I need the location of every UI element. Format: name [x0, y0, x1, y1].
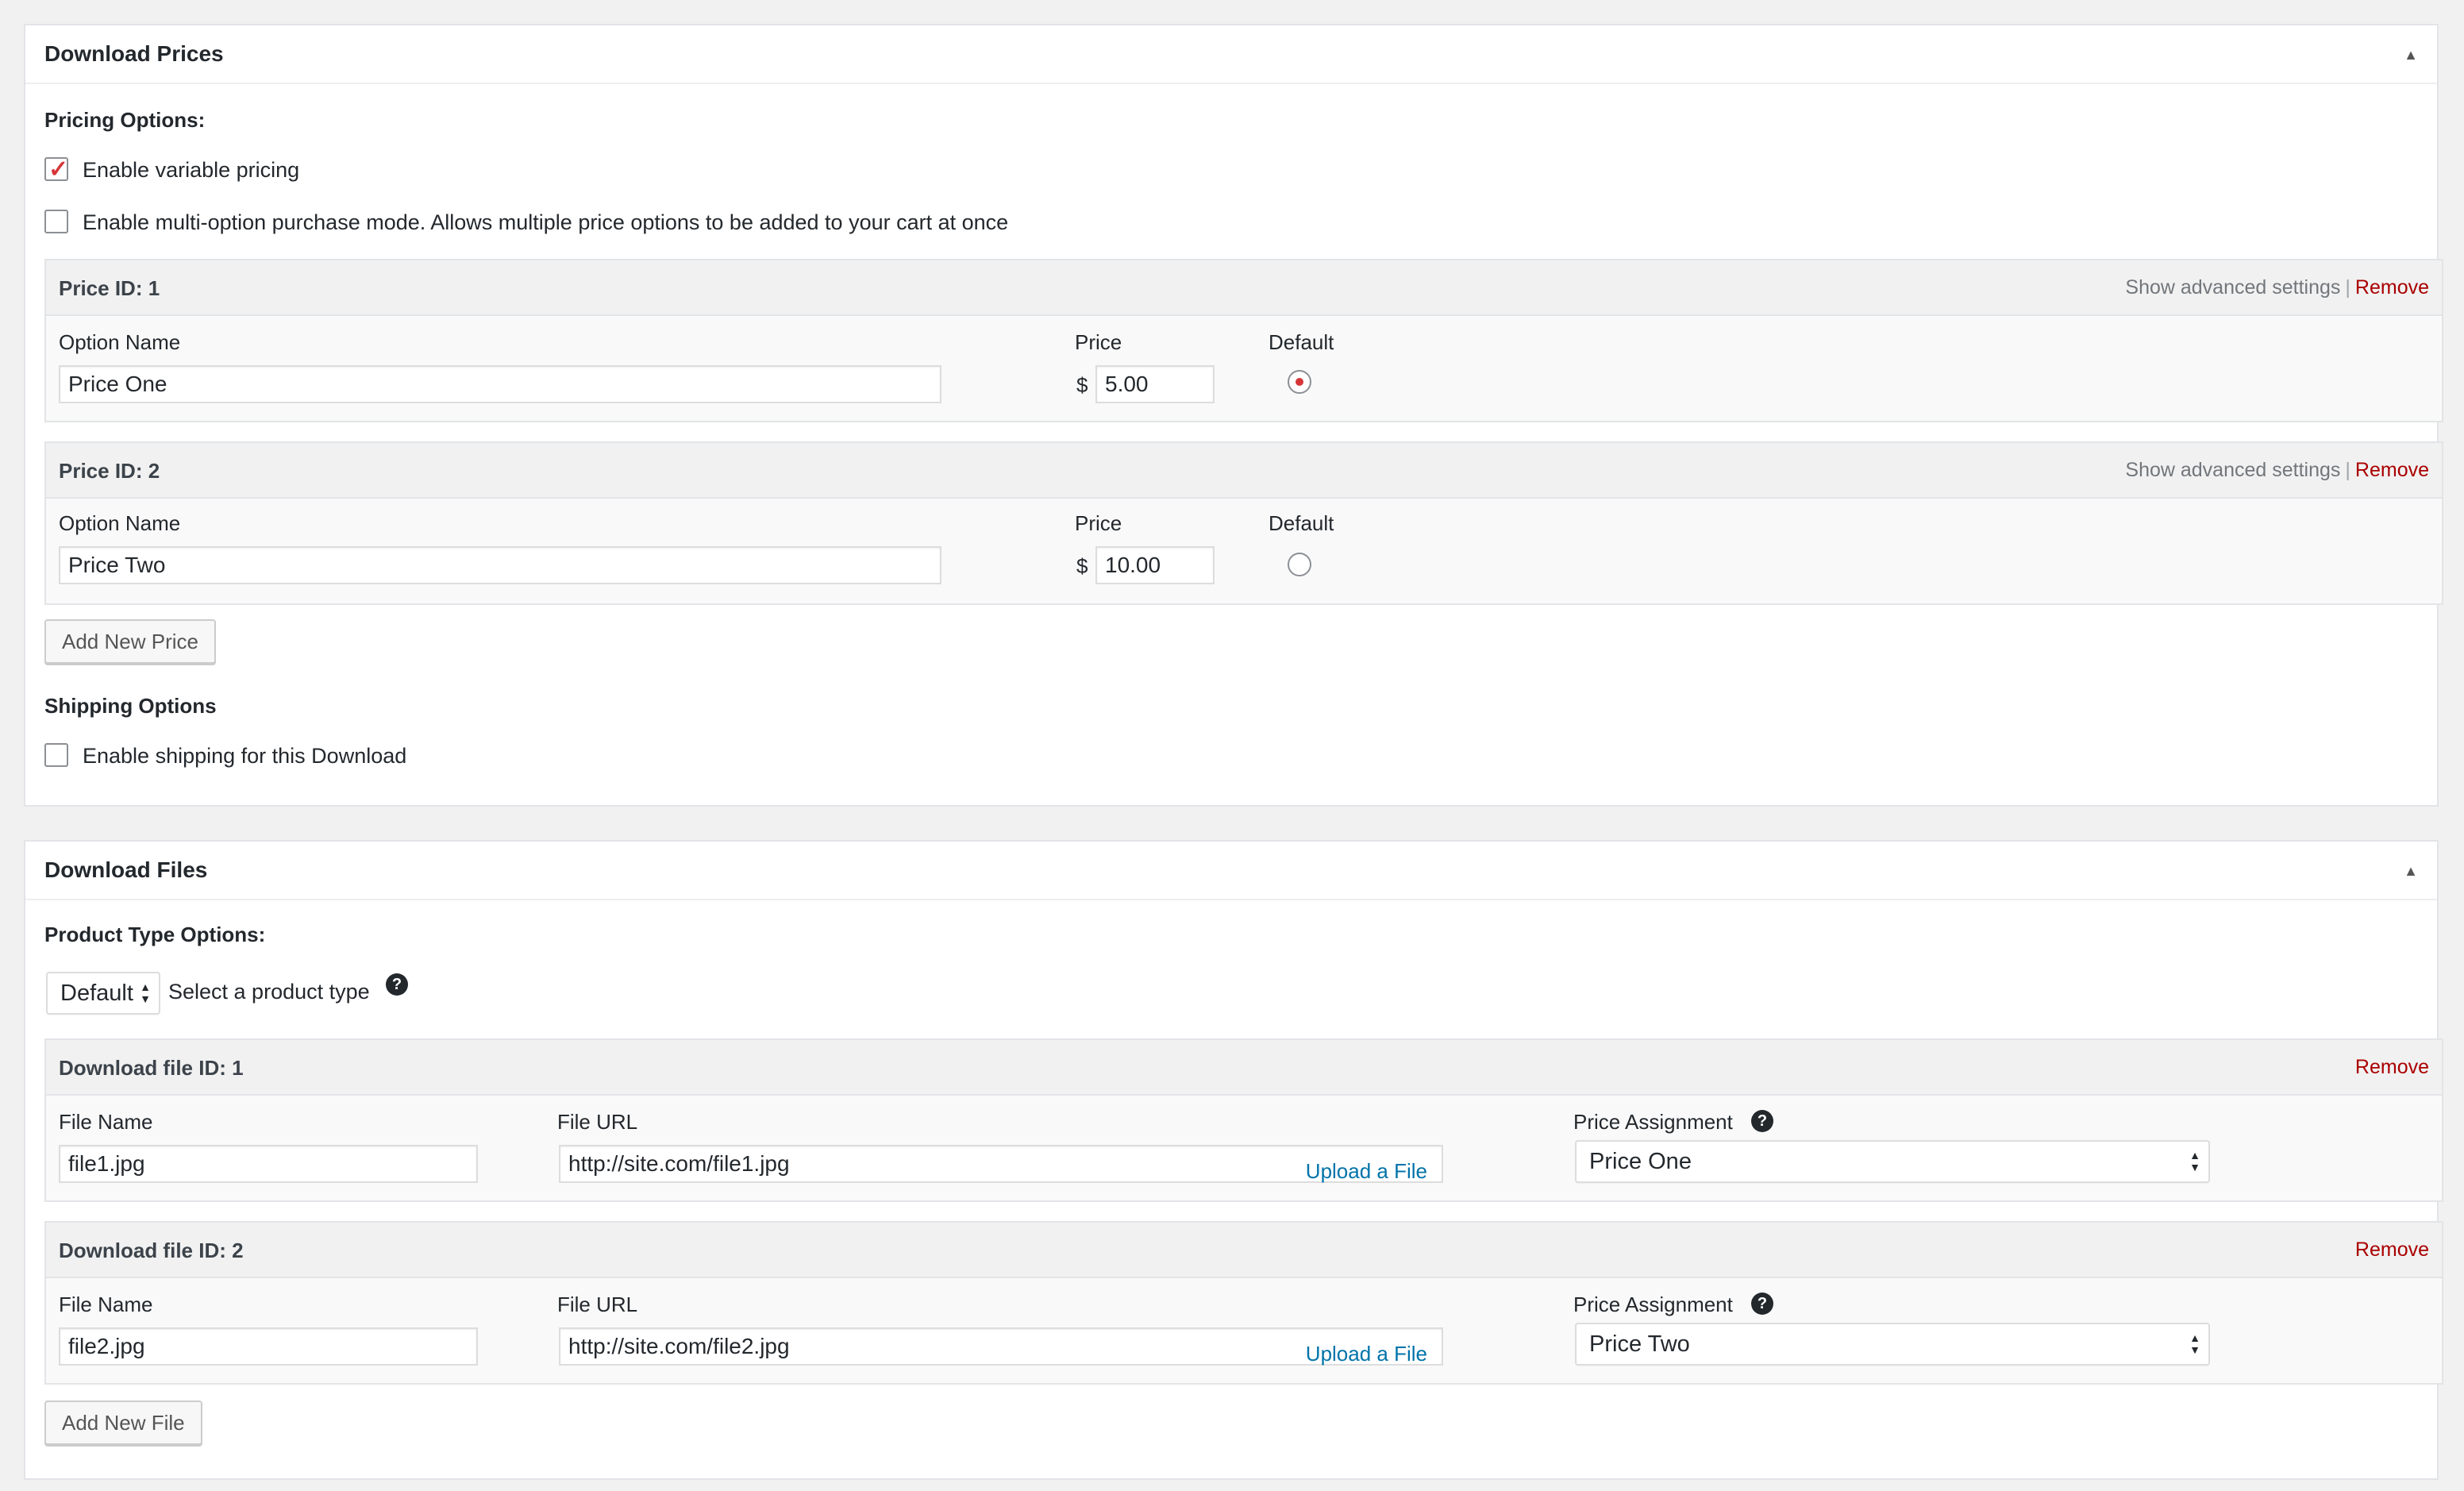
- file-url-value: http://site.com/file1.jpg: [568, 1151, 790, 1176]
- file-url-input[interactable]: http://site.com/file1.jpg Upload a File: [559, 1145, 1443, 1183]
- file-id-title: Download file ID: 1: [59, 1056, 244, 1080]
- action-separator: |: [2345, 459, 2350, 481]
- checkmark-icon: ✓: [48, 156, 69, 183]
- price-row-actions: Show advanced settings | Remove: [2125, 276, 2429, 299]
- file-url-input[interactable]: http://site.com/file2.jpg Upload a File: [559, 1327, 1443, 1366]
- upload-file-link[interactable]: Upload a File: [1306, 1154, 1427, 1189]
- default-label: Default: [1269, 511, 1334, 535]
- file-row: Download file ID: 2 Remove File Name fil…: [44, 1221, 2443, 1385]
- option-name-label: Option Name: [59, 330, 181, 354]
- price-row: Price ID: 1 Show advanced settings | Remov…: [44, 259, 2443, 422]
- remove-price-link[interactable]: Remove: [2355, 276, 2429, 299]
- product-type-select[interactable]: Default ▲ ▼: [46, 972, 160, 1015]
- option-name-label: Option Name: [59, 511, 181, 535]
- price-row: Price ID: 2 Show advanced settings | Remov…: [44, 441, 2443, 605]
- option-name-input[interactable]: Price One: [59, 365, 941, 403]
- file-id-title: Download file ID: 2: [59, 1239, 244, 1262]
- file-name-input[interactable]: file1.jpg: [59, 1145, 478, 1183]
- price-amount-input[interactable]: 10.00: [1095, 546, 1215, 584]
- shipping-checkbox-label: Enable shipping for this Download: [83, 744, 407, 768]
- download-prices-header[interactable]: Download Prices ▲: [25, 25, 2437, 84]
- show-advanced-settings-link[interactable]: Show advanced settings: [2125, 459, 2340, 481]
- pricing-options-label: Pricing Options:: [44, 108, 206, 132]
- remove-file-link[interactable]: Remove: [2355, 1239, 2429, 1261]
- file-name-label: File Name: [59, 1293, 153, 1316]
- price-amount-input[interactable]: 5.00: [1095, 365, 1215, 403]
- multi-option-checkbox[interactable]: [44, 210, 68, 233]
- product-type-value: Default: [60, 981, 133, 1006]
- help-icon[interactable]: ?: [386, 973, 408, 996]
- action-separator: |: [2345, 276, 2350, 299]
- file-row-header: Download file ID: 2 Remove: [46, 1223, 2442, 1278]
- price-assignment-value: Price Two: [1589, 1331, 1690, 1357]
- select-arrows-icon: ▲ ▼: [2189, 1331, 2200, 1356]
- price-label: Price: [1075, 511, 1122, 535]
- help-icon[interactable]: ?: [1751, 1293, 1773, 1315]
- file-row-actions: Remove: [2355, 1056, 2429, 1079]
- select-arrows-icon: ▲ ▼: [140, 981, 151, 1005]
- price-label: Price: [1075, 330, 1122, 354]
- price-assignment-label: Price Assignment: [1573, 1293, 1733, 1316]
- download-prices-title: Download Prices: [44, 41, 224, 66]
- option-name-input[interactable]: Price Two: [59, 546, 941, 584]
- download-files-title: Download Files: [44, 857, 208, 882]
- price-row-actions: Show advanced settings | Remove: [2125, 459, 2429, 482]
- currency-symbol: $: [1076, 554, 1088, 578]
- product-type-hint: Select a product type: [168, 980, 370, 1004]
- price-assignment-select[interactable]: Price Two ▲ ▼: [1575, 1323, 2210, 1366]
- file-row: Download file ID: 1 Remove File Name fil…: [44, 1038, 2443, 1202]
- currency-symbol: $: [1076, 373, 1088, 397]
- download-files-header[interactable]: Download Files ▲: [25, 842, 2437, 900]
- help-icon[interactable]: ?: [1751, 1110, 1773, 1132]
- add-new-file-button[interactable]: Add New File: [44, 1400, 202, 1445]
- upload-file-link[interactable]: Upload a File: [1306, 1336, 1427, 1371]
- file-row-header: Download file ID: 1 Remove: [46, 1040, 2442, 1096]
- default-label: Default: [1269, 330, 1334, 354]
- add-new-price-button[interactable]: Add New Price: [44, 619, 216, 664]
- file-row-actions: Remove: [2355, 1239, 2429, 1262]
- price-row-header: Price ID: 1 Show advanced settings | Remov…: [46, 260, 2442, 316]
- price-id-title: Price ID: 2: [59, 459, 160, 483]
- remove-price-link[interactable]: Remove: [2355, 459, 2429, 481]
- download-files-panel: Download Files ▲ Product Type Options: D…: [24, 840, 2443, 1480]
- variable-pricing-checkbox[interactable]: ✓: [44, 156, 69, 183]
- collapse-toggle-icon[interactable]: ▲: [2402, 46, 2420, 64]
- collapse-toggle-icon[interactable]: ▲: [2402, 862, 2420, 880]
- show-advanced-settings-link[interactable]: Show advanced settings: [2125, 276, 2340, 299]
- file-url-value: http://site.com/file2.jpg: [568, 1334, 790, 1358]
- file-url-label: File URL: [557, 1293, 638, 1316]
- price-id-title: Price ID: 1: [59, 276, 160, 300]
- file-name-input[interactable]: file2.jpg: [59, 1327, 478, 1366]
- multi-option-label: Enable multi-option purchase mode. Allow…: [83, 210, 1009, 234]
- product-type-options-label: Product Type Options:: [44, 923, 266, 946]
- file-name-label: File Name: [59, 1110, 153, 1134]
- shipping-checkbox[interactable]: [44, 743, 68, 767]
- file-url-label: File URL: [557, 1110, 638, 1134]
- default-price-radio[interactable]: [1288, 370, 1311, 394]
- variable-pricing-label: Enable variable pricing: [83, 158, 300, 182]
- price-assignment-label: Price Assignment: [1573, 1110, 1733, 1134]
- price-assignment-select[interactable]: Price One ▲ ▼: [1575, 1140, 2210, 1183]
- price-assignment-value: Price One: [1589, 1149, 1692, 1174]
- shipping-options-label: Shipping Options: [44, 694, 217, 718]
- default-price-radio[interactable]: [1288, 553, 1311, 576]
- download-prices-panel: Download Prices ▲ Pricing Options: ✓ Ena…: [24, 24, 2443, 807]
- remove-file-link[interactable]: Remove: [2355, 1056, 2429, 1078]
- radio-selected-dot: [1296, 378, 1303, 386]
- select-arrows-icon: ▲ ▼: [2189, 1149, 2200, 1173]
- price-row-header: Price ID: 2 Show advanced settings | Remov…: [46, 443, 2442, 499]
